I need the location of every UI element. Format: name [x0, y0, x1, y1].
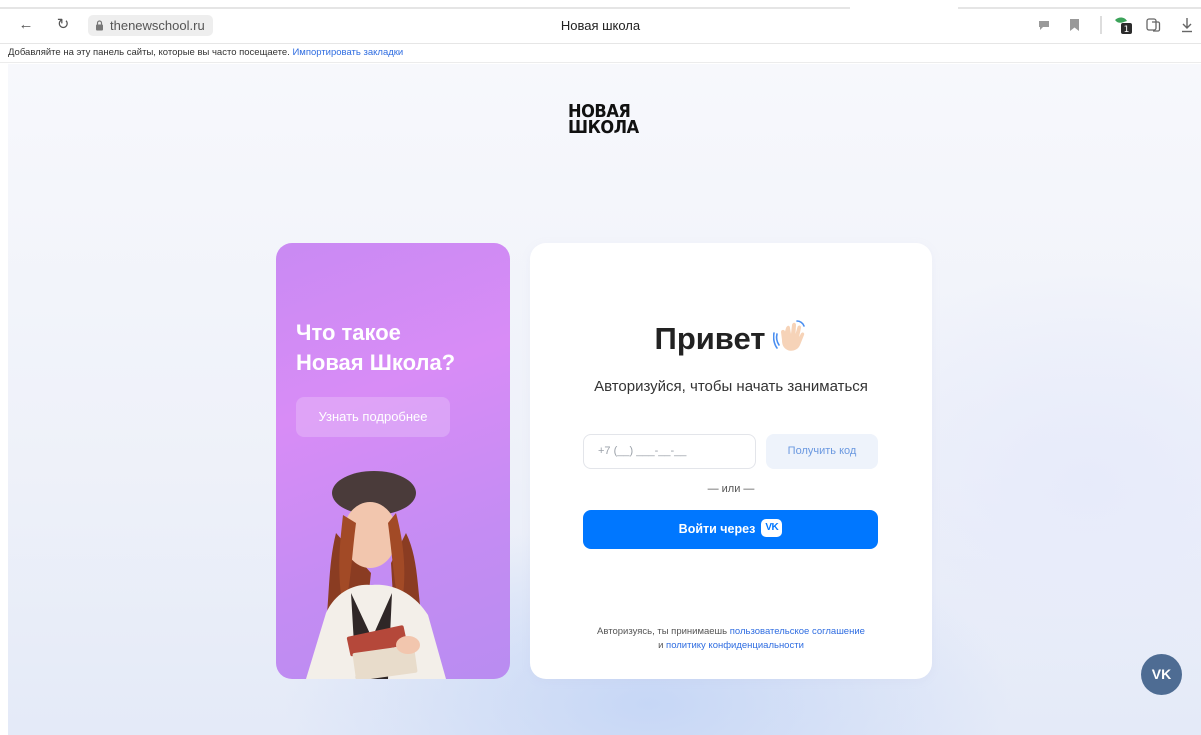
privacy-policy-link[interactable]: политику конфиденциальности — [666, 640, 804, 651]
waving-hand-icon — [773, 320, 806, 351]
tab-strip-line — [0, 7, 850, 9]
import-bookmarks-link[interactable]: Импортировать закладки — [292, 47, 403, 58]
svg-text:1: 1 — [1124, 25, 1130, 34]
phone-input[interactable]: +7 (__) ___-__-__ — [583, 434, 756, 469]
bookmarks-prompt: Добавляйте на эту панель сайты, которые … — [8, 47, 290, 58]
auth-card: Привет Авторизуйся, чтобы начать занимат… — [530, 243, 932, 679]
terms-prefix: Авторизуясь, ты принимаешь — [597, 626, 728, 637]
terms-text: Авторизуясь, ты принимаешь пользовательс… — [530, 625, 932, 653]
collections-icon[interactable] — [1143, 14, 1163, 36]
toolbar-divider — [1100, 16, 1102, 34]
vk-logo-icon: VK — [761, 519, 783, 537]
promo-title-line-2: Новая Школа? — [296, 350, 456, 375]
or-divider: — или — — [707, 483, 755, 495]
extension-icon[interactable]: 1 — [1113, 14, 1133, 36]
auth-subtitle: Авторизуйся, чтобы начать заниматься — [594, 378, 868, 395]
page-background: НОВАЯ ШКОЛА Что такое Новая Школа? Узнат… — [8, 64, 1201, 735]
vk-widget-button[interactable]: VK — [1141, 654, 1182, 695]
vk-logo-text: VK — [765, 522, 779, 533]
learn-more-button[interactable]: Узнать подробнее — [296, 397, 450, 437]
page-tab-title: Новая школа — [560, 18, 641, 33]
promo-title: Что такое Новая Школа? — [296, 318, 496, 378]
vk-login-button[interactable]: Войти через VK — [583, 510, 878, 549]
promo-title-line-1: Что такое — [296, 320, 401, 345]
get-code-button[interactable]: Получить код — [766, 434, 878, 469]
greeting-heading: Привет — [530, 319, 932, 357]
bookmarks-bar: Добавляйте на эту панель сайты, которые … — [0, 45, 1201, 63]
promo-card: Что такое Новая Школа? Узнать подробнее — [276, 243, 510, 679]
bookmark-icon[interactable] — [1064, 14, 1084, 36]
student-photo — [306, 471, 446, 679]
logo-line-2: ШКОЛА — [568, 117, 639, 138]
comment-icon[interactable] — [1034, 14, 1054, 36]
site-logo[interactable]: НОВАЯ ШКОЛА — [568, 103, 640, 138]
browser-toolbar: ← ↻ thenewschool.ru Новая школа 1 — [0, 0, 1201, 44]
download-icon[interactable] — [1177, 14, 1197, 36]
terms-and: и — [658, 640, 664, 651]
greeting-text: Привет — [654, 321, 766, 356]
tab-strip-line — [958, 7, 1201, 9]
user-agreement-link[interactable]: пользовательское соглашение — [730, 626, 865, 637]
vk-login-label: Войти через — [678, 522, 756, 536]
